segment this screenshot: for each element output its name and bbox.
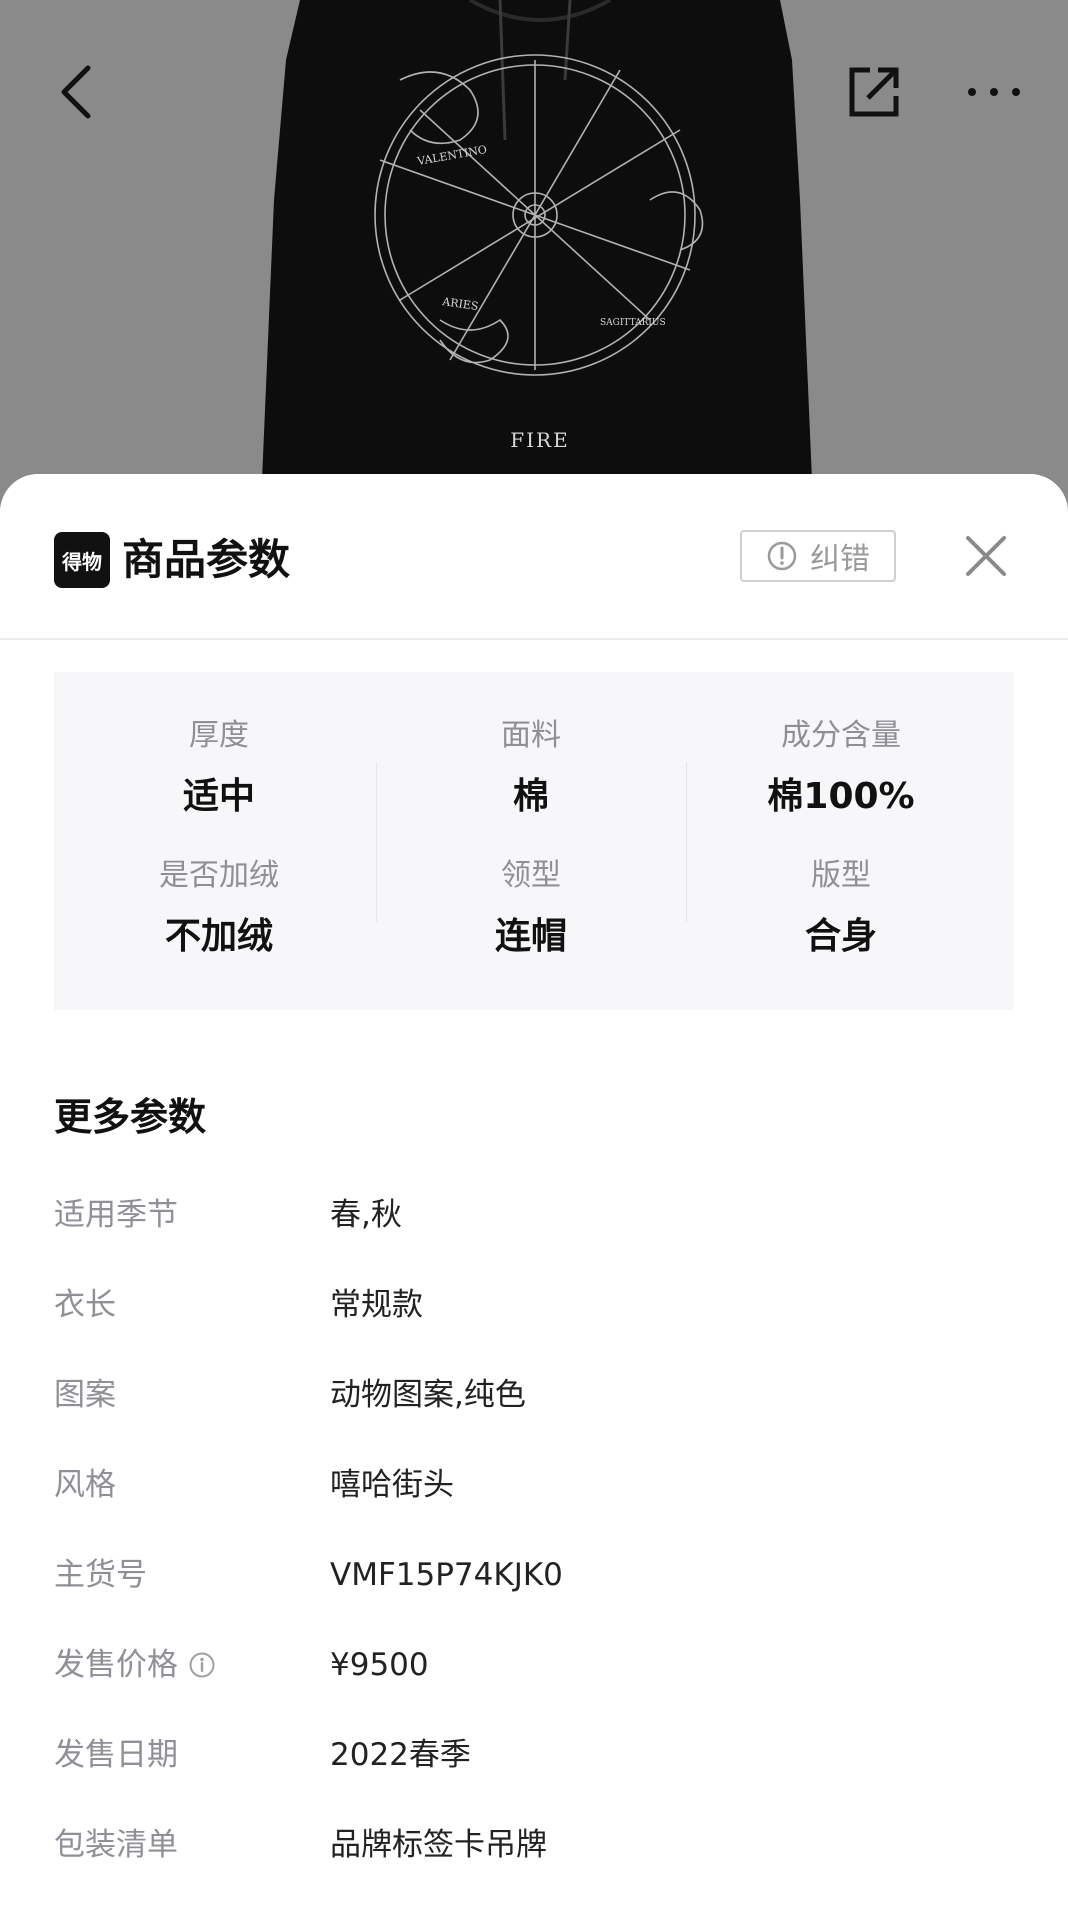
- param-thickness: 厚度 适中: [64, 716, 374, 822]
- param-row-value: 品牌标签卡吊牌: [330, 1827, 547, 1863]
- param-row-value: VMF15P74KJK0: [330, 1557, 563, 1593]
- param-row-pattern: 图案 动物图案,纯色: [54, 1370, 1014, 1420]
- print-text-sagittarius: SAGITTARIUS: [600, 318, 666, 328]
- share-external-icon: [849, 67, 899, 117]
- param-row-key-label: 发售价格: [54, 1647, 178, 1683]
- param-row-value: 嘻哈街头: [330, 1467, 454, 1503]
- param-fit: 版型 合身: [686, 856, 996, 962]
- param-label: 领型: [501, 858, 561, 893]
- sheet-header: 得物 商品参数 纠错: [0, 474, 1068, 640]
- param-composition: 成分含量 棉100%: [686, 716, 996, 822]
- back-button[interactable]: [36, 52, 116, 132]
- brand-logo-mark: 得物: [61, 550, 102, 574]
- info-icon[interactable]: [188, 1651, 216, 1679]
- param-row-key: 主货号: [54, 1557, 147, 1593]
- more-params-title: 更多参数: [54, 1095, 207, 1139]
- param-row-value: 2022春季: [330, 1737, 471, 1773]
- brand-logo: 得物: [54, 532, 110, 588]
- param-fleece: 是否加绒 不加绒: [64, 856, 374, 962]
- close-icon: [966, 536, 1006, 576]
- param-row-value: ¥9500: [330, 1647, 429, 1683]
- param-value: 棉100%: [767, 776, 915, 817]
- param-row-key: 衣长: [54, 1287, 116, 1323]
- share-button[interactable]: [834, 52, 914, 132]
- sheet-title: 商品参数: [122, 535, 291, 584]
- param-collar: 领型 连帽: [376, 856, 686, 962]
- param-row-key: 风格: [54, 1467, 116, 1503]
- param-value: 合身: [804, 916, 877, 957]
- param-value: 不加绒: [164, 916, 273, 957]
- param-row-season: 适用季节 春,秋: [54, 1190, 1014, 1240]
- param-row-price: 发售价格 ¥9500: [54, 1640, 1014, 1690]
- report-error-label: 纠错: [810, 542, 870, 577]
- param-row-key: 发售日期: [54, 1737, 178, 1773]
- chevron-left-icon: [61, 65, 91, 119]
- svg-text:得物: 得物: [61, 550, 102, 574]
- alert-circle-icon: [767, 541, 797, 571]
- param-row-sku: 主货号 VMF15P74KJK0: [54, 1550, 1014, 1600]
- params-sheet: 得物 商品参数 纠错 厚度 适中 面料 棉 成分含量 棉100% 是否加绒 不加…: [0, 474, 1068, 1920]
- param-value: 连帽: [494, 916, 567, 957]
- param-row-package: 包装清单 品牌标签卡吊牌: [54, 1820, 1014, 1870]
- param-row-key: 包装清单: [54, 1827, 178, 1863]
- param-label: 是否加绒: [159, 858, 279, 893]
- param-row-release-date: 发售日期 2022春季: [54, 1730, 1014, 1780]
- param-label: 厚度: [189, 718, 249, 753]
- product-image: FIRE VALENTINO ARIES SAGITTARIUS: [0, 0, 1068, 520]
- print-text-fire: FIRE: [510, 428, 569, 452]
- param-value: 棉: [512, 776, 549, 817]
- param-row-key: 适用季节: [54, 1197, 178, 1233]
- param-row-length: 衣长 常规款: [54, 1280, 1014, 1330]
- param-row-style: 风格 嘻哈街头: [54, 1460, 1014, 1510]
- param-label: 面料: [501, 718, 561, 753]
- param-row-value: 常规款: [330, 1287, 423, 1323]
- param-value: 适中: [182, 776, 255, 817]
- param-label: 版型: [811, 858, 871, 893]
- param-row-value: 春,秋: [330, 1197, 402, 1233]
- more-button[interactable]: [954, 52, 1034, 132]
- param-row-value: 动物图案,纯色: [330, 1377, 526, 1413]
- param-fabric: 面料 棉: [376, 716, 686, 822]
- more-dots-icon: [968, 88, 1020, 96]
- param-label: 成分含量: [781, 718, 901, 753]
- report-error-button[interactable]: 纠错: [740, 530, 896, 582]
- close-button[interactable]: [956, 526, 1016, 586]
- key-params-panel: 厚度 适中 面料 棉 成分含量 棉100% 是否加绒 不加绒 领型 连帽 版型 …: [54, 672, 1014, 1010]
- param-row-key: 发售价格: [54, 1640, 216, 1690]
- param-row-key: 图案: [54, 1377, 116, 1413]
